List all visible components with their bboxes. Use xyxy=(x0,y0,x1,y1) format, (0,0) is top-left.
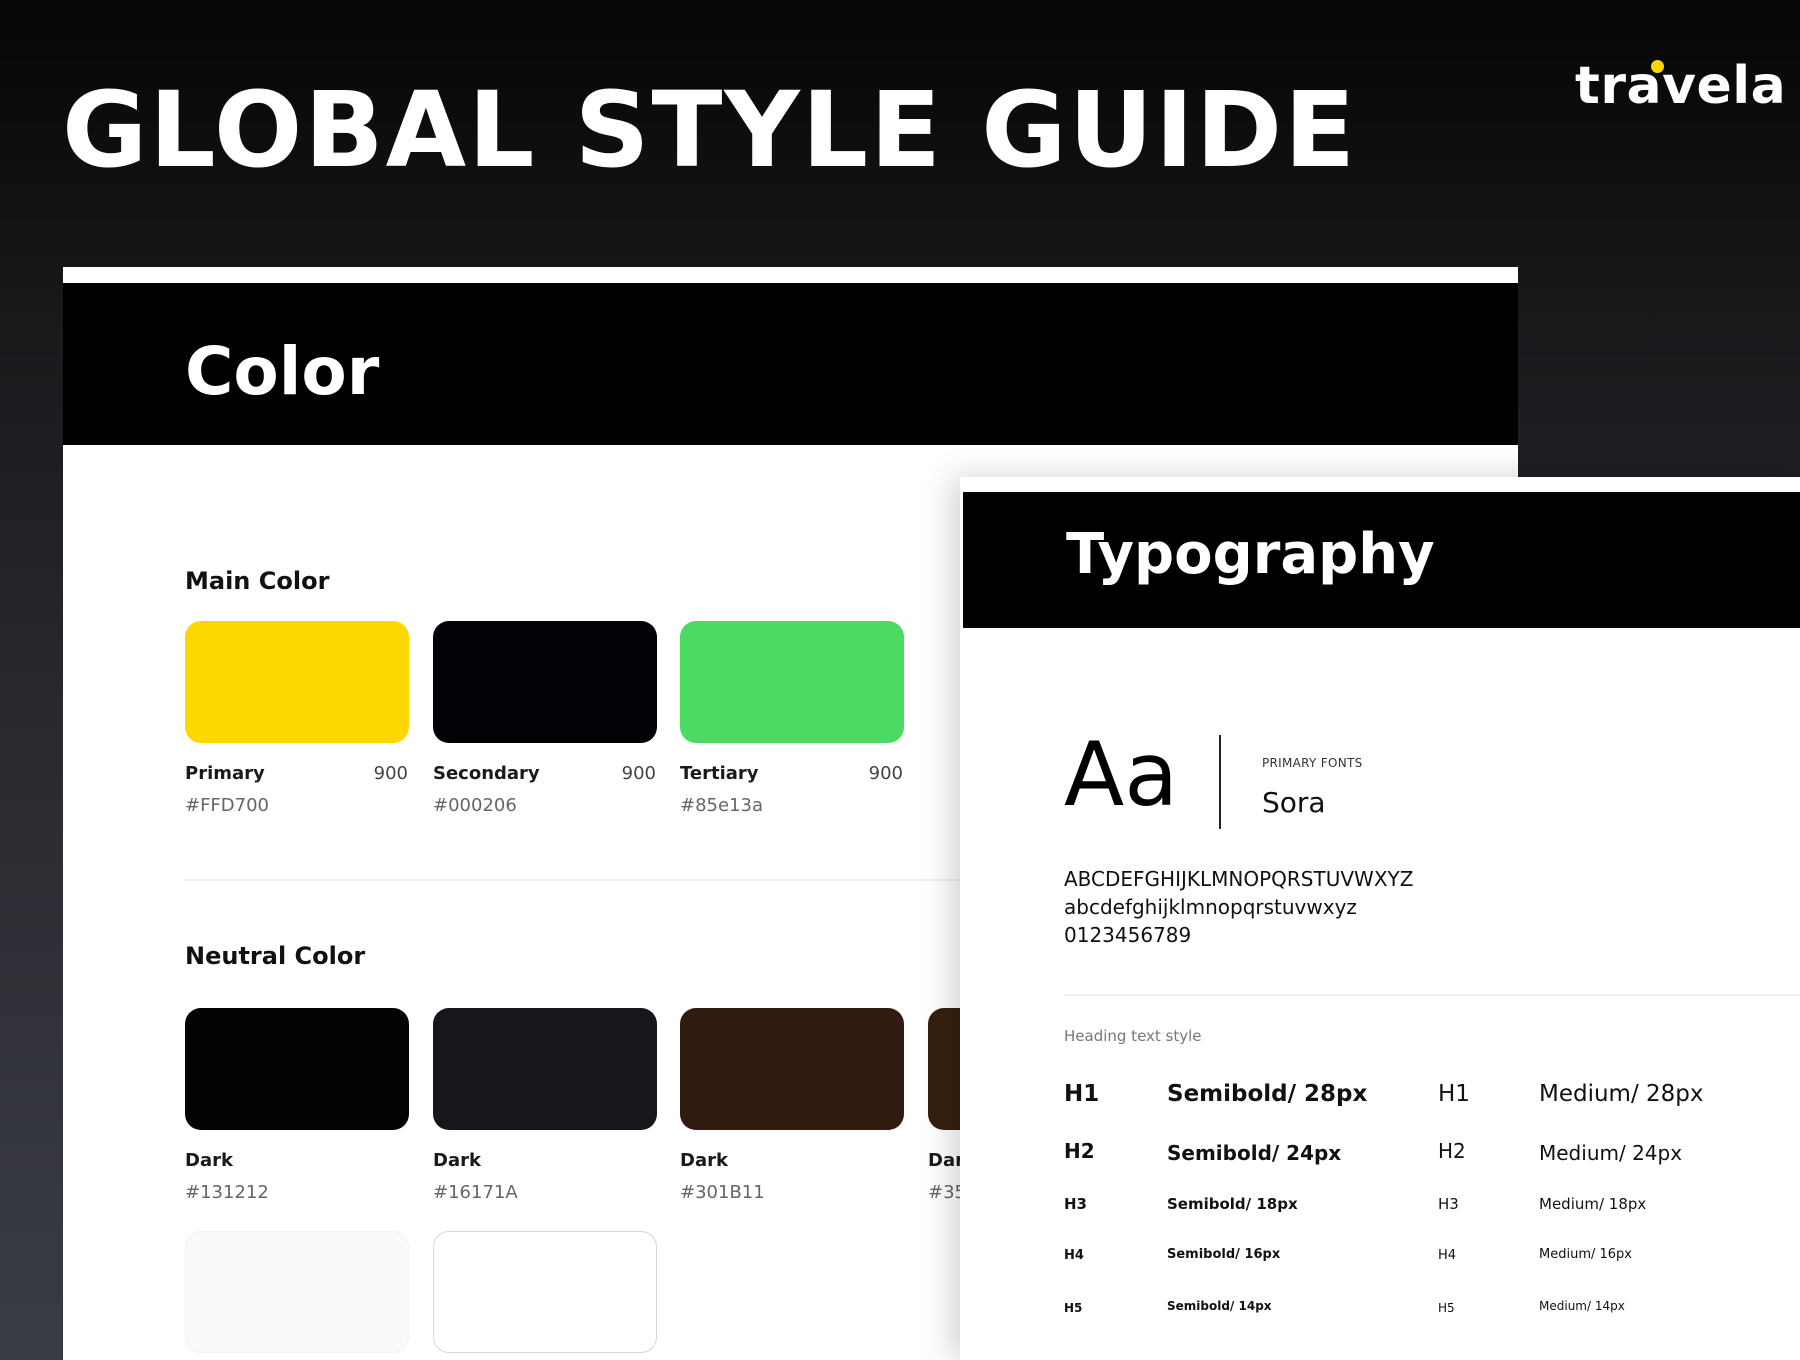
font-name: Sora xyxy=(1262,786,1326,819)
swatch-primary[interactable] xyxy=(185,621,409,743)
heading-tag: H4 xyxy=(1064,1248,1084,1263)
heading-tag: H1 xyxy=(1438,1081,1470,1107)
brand-logo: travela xyxy=(1575,56,1787,116)
section-divider xyxy=(185,879,1085,881)
typography-card: Typography Aa PRIMARY FONTS Sora ABCDEFG… xyxy=(960,477,1800,1360)
font-sample-divider xyxy=(1219,735,1221,829)
heading-semibold-spec: Semibold/ 18px xyxy=(1167,1195,1298,1213)
swatch-name: Primary xyxy=(185,763,265,784)
swatch-secondary[interactable] xyxy=(433,621,657,743)
glyph-lowercase: abcdefghijklmnopqrstuvwxyz xyxy=(1064,895,1357,919)
swatch-tertiary[interactable] xyxy=(680,621,904,743)
swatch-hex: #301B11 xyxy=(680,1182,765,1203)
swatch-light-2[interactable] xyxy=(433,1231,657,1353)
heading-tag: H5 xyxy=(1438,1301,1455,1315)
heading-medium-spec: Medium/ 16px xyxy=(1539,1247,1632,1262)
heading-tag: H1 xyxy=(1064,1081,1100,1107)
brand-logo-dot xyxy=(1651,60,1664,73)
heading-medium-spec: Medium/ 18px xyxy=(1539,1195,1647,1213)
primary-fonts-label: PRIMARY FONTS xyxy=(1262,756,1363,770)
heading-tag: H5 xyxy=(1064,1301,1083,1315)
neutral-color-heading: Neutral Color xyxy=(185,942,366,970)
typography-card-header: Typography xyxy=(963,492,1800,628)
swatch-hex: #131212 xyxy=(185,1182,269,1203)
typography-divider xyxy=(1064,994,1800,996)
heading-semibold-spec: Semibold/ 24px xyxy=(1167,1141,1342,1165)
heading-semibold-spec: Semibold/ 28px xyxy=(1167,1081,1368,1107)
swatch-name: Dark xyxy=(680,1150,728,1171)
heading-medium-spec: Medium/ 24px xyxy=(1539,1141,1683,1165)
heading-semibold-spec: Semibold/ 14px xyxy=(1167,1299,1272,1313)
glyph-uppercase: ABCDEFGHIJKLMNOPQRSTUVWXYZ xyxy=(1064,867,1414,891)
glyph-set: ABCDEFGHIJKLMNOPQRSTUVWXYZ abcdefghijklm… xyxy=(1064,865,1413,949)
color-card-title: Color xyxy=(185,333,380,410)
swatch-hex: #FFD700 xyxy=(185,795,270,816)
swatch-hex: #85e13a xyxy=(680,795,763,816)
swatch-name: Tertiary xyxy=(680,763,759,784)
typography-card-title: Typography xyxy=(1066,522,1435,587)
page-title: GLOBAL STYLE GUIDE xyxy=(62,69,1358,191)
heading-tag: H3 xyxy=(1438,1195,1459,1213)
heading-tag: H4 xyxy=(1438,1248,1457,1263)
heading-medium-spec: Medium/ 28px xyxy=(1539,1081,1704,1107)
swatch-name: Secondary xyxy=(433,763,540,784)
swatch-hex: #000206 xyxy=(433,795,517,816)
swatch-name: Dark xyxy=(433,1150,481,1171)
heading-tag: H2 xyxy=(1438,1139,1466,1163)
swatch-weight: 900 xyxy=(621,763,656,784)
swatch-dark-1[interactable] xyxy=(185,1008,409,1130)
swatch-weight: 900 xyxy=(373,763,408,784)
swatch-dark-3[interactable] xyxy=(680,1008,904,1130)
swatch-weight: 900 xyxy=(868,763,903,784)
main-color-heading: Main Color xyxy=(185,567,330,595)
swatch-hex: #16171A xyxy=(433,1182,518,1203)
font-sample: Aa xyxy=(1064,723,1179,826)
glyph-digits: 0123456789 xyxy=(1064,923,1192,947)
color-card-header: Color xyxy=(63,283,1518,445)
heading-tag: H3 xyxy=(1064,1195,1087,1213)
swatch-dark-2[interactable] xyxy=(433,1008,657,1130)
heading-medium-spec: Medium/ 14px xyxy=(1539,1299,1625,1313)
swatch-name: Dark xyxy=(185,1150,233,1171)
heading-style-label: Heading text style xyxy=(1064,1027,1202,1045)
heading-semibold-spec: Semibold/ 16px xyxy=(1167,1247,1281,1262)
swatch-light-1[interactable] xyxy=(185,1231,409,1353)
heading-tag: H2 xyxy=(1064,1139,1095,1163)
